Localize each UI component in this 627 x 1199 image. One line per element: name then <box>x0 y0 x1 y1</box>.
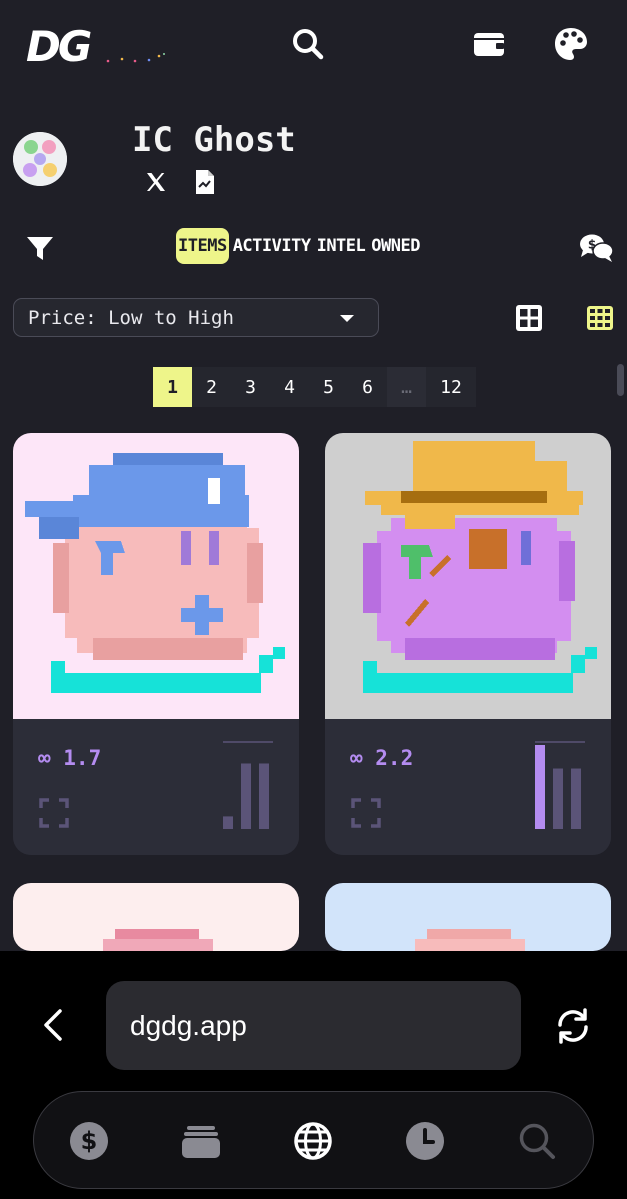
page-ellipsis: … <box>387 367 426 407</box>
grid-2x2-icon <box>516 305 542 331</box>
sort-dropdown-value: Price: Low to High <box>28 306 234 329</box>
search-icon[interactable] <box>516 1120 558 1162</box>
filter-tab-bar: ITEMS ACTIVITY INTEL OWNED $ <box>0 222 627 272</box>
tab-items[interactable]: ITEMS <box>176 228 229 264</box>
nft-card-info: ∞ 2.2 <box>325 719 611 855</box>
globe-icon[interactable] <box>292 1120 334 1162</box>
collection-header: IC Ghost <box>0 110 627 210</box>
sort-dropdown[interactable]: Price: Low to High <box>13 298 379 337</box>
sort-bar: Price: Low to High <box>0 296 627 340</box>
document-icon <box>196 170 214 194</box>
activity-bars <box>535 741 585 829</box>
expand-icon[interactable] <box>39 798 69 828</box>
activity-bars <box>223 741 273 829</box>
chat-button[interactable]: $ <box>578 232 614 264</box>
filter-button[interactable] <box>26 234 54 262</box>
nft-card[interactable]: ∞ 1.7 <box>13 433 299 855</box>
x-icon <box>147 173 165 191</box>
filter-icon <box>27 237 53 260</box>
nft-card[interactable] <box>325 883 611 951</box>
wallet-icon <box>474 33 504 56</box>
twitter-link[interactable] <box>142 168 170 196</box>
nft-card-info: ∞ 1.7 <box>13 719 299 855</box>
page-4-button[interactable]: 4 <box>270 367 309 407</box>
activity-bar <box>553 768 563 829</box>
scrollbar-thumb[interactable] <box>617 364 624 396</box>
activity-bar <box>571 768 581 829</box>
browser-bottom-nav: $ <box>33 1091 594 1189</box>
tab-activity[interactable]: ACTIVITY <box>231 228 313 264</box>
dg-logo[interactable]: DG <box>26 22 92 71</box>
nft-image-ghost-cowboy-hat <box>325 433 611 719</box>
nft-card[interactable] <box>13 883 299 951</box>
page-1-button[interactable]: 1 <box>153 367 192 407</box>
tab-list: ITEMS ACTIVITY INTEL OWNED <box>176 228 422 264</box>
nft-image-partial <box>325 883 611 951</box>
svg-text:$: $ <box>588 238 596 252</box>
activity-bar <box>535 745 545 829</box>
theme-button[interactable] <box>549 22 593 66</box>
nft-price: ∞ 2.2 <box>350 746 414 770</box>
logo-sparkle-dots <box>106 53 165 63</box>
nft-image-ghost-blue-cap <box>13 433 299 719</box>
grid-small-view-button[interactable] <box>585 303 615 333</box>
nft-price: ∞ 1.7 <box>38 746 102 770</box>
nft-card[interactable]: ∞ 2.2 <box>325 433 611 855</box>
pagination: 1 2 3 4 5 6 … 12 <box>153 367 476 407</box>
collection-avatar <box>13 132 67 186</box>
search-icon <box>293 29 324 60</box>
clock-icon[interactable] <box>404 1120 446 1162</box>
docs-link[interactable] <box>191 168 219 196</box>
nft-image-partial <box>13 883 299 951</box>
activity-bar <box>259 763 269 829</box>
page-2-button[interactable]: 2 <box>192 367 231 407</box>
reload-icon[interactable] <box>552 1005 594 1047</box>
browser-toolbar: dgdg.app $ <box>0 951 627 1199</box>
url-text: dgdg.app <box>130 1009 247 1041</box>
address-bar[interactable]: dgdg.app <box>106 981 521 1070</box>
page-3-button[interactable]: 3 <box>231 367 270 407</box>
cards-icon[interactable] <box>180 1120 222 1162</box>
expand-icon[interactable] <box>351 798 381 828</box>
search-button[interactable] <box>286 22 330 66</box>
dollar-icon[interactable]: $ <box>68 1120 110 1162</box>
wallet-button[interactable] <box>467 22 511 66</box>
activity-bar <box>223 816 233 829</box>
page-6-button[interactable]: 6 <box>348 367 387 407</box>
chevron-down-icon <box>340 315 354 322</box>
svg-text:$: $ <box>81 1127 98 1155</box>
tab-intel[interactable]: INTEL <box>315 228 368 264</box>
page-12-button[interactable]: 12 <box>426 367 476 407</box>
app-header: DG <box>0 0 627 95</box>
tab-owned[interactable]: OWNED <box>369 228 422 264</box>
palette-icon <box>555 28 587 60</box>
grid-large-view-button[interactable] <box>514 303 544 333</box>
collection-name: IC Ghost <box>132 120 296 160</box>
back-arrow-icon[interactable] <box>36 1007 72 1043</box>
activity-bar <box>241 763 251 829</box>
chat-dollar-icon: $ <box>580 234 614 262</box>
grid-3x3-icon <box>587 306 613 330</box>
page-5-button[interactable]: 5 <box>309 367 348 407</box>
